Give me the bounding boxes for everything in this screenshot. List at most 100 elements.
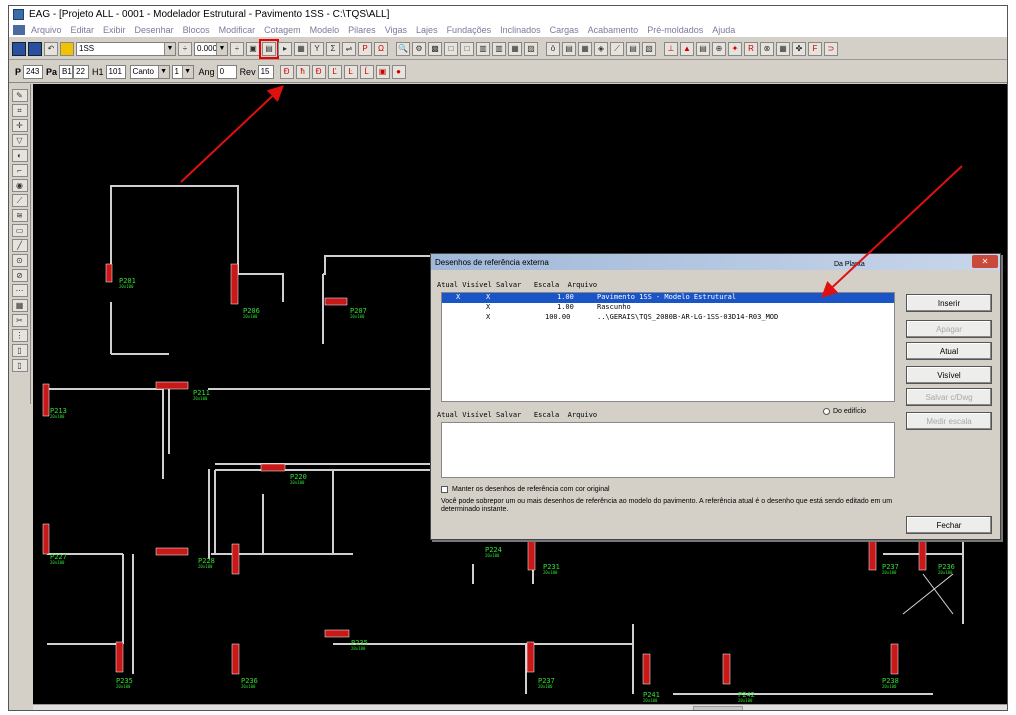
menu-fundacoes[interactable]: Fundações <box>447 25 492 35</box>
menu-cotagem[interactable]: Cotagem <box>264 25 301 35</box>
tool-m-icon[interactable]: ▥ <box>476 41 490 56</box>
tool-c-icon[interactable]: ▦ <box>294 41 308 56</box>
h1-input[interactable]: 101 <box>105 64 126 79</box>
tool-ah-icon[interactable]: ⊃ <box>824 41 838 56</box>
radio-edificio[interactable]: Do edifício <box>823 408 866 415</box>
save-icon[interactable] <box>12 41 26 56</box>
atual-button[interactable]: Atual <box>906 342 992 360</box>
tool-i-icon[interactable]: ⚙ <box>412 41 426 56</box>
visivel-button[interactable]: Visível <box>906 366 992 384</box>
tool-l15-icon[interactable]: ✂ <box>11 314 28 327</box>
menu-pilares[interactable]: Pilares <box>348 25 376 35</box>
close-icon[interactable]: ✕ <box>972 255 998 268</box>
tool-ag-icon[interactable]: F <box>808 41 822 56</box>
horizontal-scrollbar[interactable] <box>33 704 1007 710</box>
list-item[interactable]: X X 1.00 Pavimento 1SS - Modelo Estrutur… <box>442 293 894 303</box>
pillar-tool-7-icon[interactable]: ▣ <box>375 64 390 79</box>
radio-planta[interactable]: Da Planta <box>834 261 865 268</box>
tool-l8-icon[interactable]: ≋ <box>11 209 28 222</box>
menu-editar[interactable]: Editar <box>71 25 95 35</box>
menu-vigas[interactable]: Vigas <box>385 25 407 35</box>
tool-t-icon[interactable]: ◈ <box>594 41 608 56</box>
external-reference-icon[interactable]: ▤ <box>259 38 279 59</box>
menu-modelo[interactable]: Modelo <box>310 25 340 35</box>
tool-x-icon[interactable]: ⊥ <box>664 41 678 56</box>
reference-list-edificio[interactable] <box>441 422 895 478</box>
pillar-tool-4-icon[interactable]: Ľ <box>327 64 342 79</box>
tool-l4-icon[interactable]: ◐ <box>11 149 28 162</box>
tool-y-icon[interactable]: ▲ <box>680 41 694 56</box>
tool-l2-icon[interactable]: ✛ <box>11 119 28 132</box>
tool-l6-icon[interactable]: ◉ <box>11 179 28 192</box>
tool-v-icon[interactable]: ▤ <box>626 41 640 56</box>
tool-z-icon[interactable]: ▤ <box>696 41 710 56</box>
list-item[interactable]: X 1.00 Rascunho <box>442 303 894 313</box>
tool-l14-icon[interactable]: ▦ <box>11 299 28 312</box>
menu-arquivo[interactable]: Arquivo <box>31 25 62 35</box>
keep-original-color-checkbox[interactable]: Manter os desenhos de referência com cor… <box>441 486 610 493</box>
pillar-tool-1-icon[interactable]: Đ <box>279 64 294 79</box>
tool-l17-icon[interactable]: ▯ <box>11 344 28 357</box>
menu-modificar[interactable]: Modificar <box>219 25 256 35</box>
canto-combo[interactable]: Canto ▼ <box>129 64 170 79</box>
tool-l11-icon[interactable]: ⊙ <box>11 254 28 267</box>
tool-d-icon[interactable]: Y <box>310 41 324 56</box>
ang-input[interactable]: 0 <box>216 64 237 79</box>
menu-ajuda[interactable]: Ajuda <box>712 25 735 35</box>
b1-input[interactable]: B1 <box>59 64 74 79</box>
tool-l7-icon[interactable]: ⟋ <box>11 194 28 207</box>
menu-blocos[interactable]: Blocos <box>183 25 210 35</box>
tool-l-icon[interactable]: □ <box>460 41 474 56</box>
tool-aa-icon[interactable]: ⊕ <box>712 41 726 56</box>
tool-e-icon[interactable]: Σ <box>326 41 340 56</box>
spin-icon[interactable]: ÷ <box>178 41 192 56</box>
level-combo[interactable]: 0.000 ▼ <box>194 41 228 56</box>
inserir-button[interactable]: Inserir <box>906 294 992 312</box>
tool-r-icon[interactable]: ▤ <box>562 41 576 56</box>
rev-input[interactable]: 15 <box>257 64 274 79</box>
one-combo[interactable]: 1 ▼ <box>171 64 194 79</box>
zoom-icon[interactable]: 🔍 <box>396 41 410 56</box>
tool-l13-icon[interactable]: ⋯ <box>11 284 28 297</box>
tool-l1-icon[interactable]: ⌗ <box>11 104 28 117</box>
tool-l12-icon[interactable]: ⊘ <box>11 269 28 282</box>
menu-lajes[interactable]: Lajes <box>416 25 438 35</box>
tool-o-icon[interactable]: ▦ <box>508 41 522 56</box>
tool-ab-icon[interactable]: ✦ <box>728 41 742 56</box>
tool-l16-icon[interactable]: ⋮ <box>11 329 28 342</box>
tool-ae-icon[interactable]: ▦ <box>776 41 790 56</box>
fechar-button[interactable]: Fechar <box>906 516 992 534</box>
p-input[interactable]: 243 <box>23 64 44 79</box>
menu-exibir[interactable]: Exibir <box>103 25 126 35</box>
pencil-icon[interactable]: ✎ <box>11 89 28 102</box>
salvar-dwg-button[interactable]: Salvar c/Dwg <box>906 388 992 406</box>
save-all-icon[interactable] <box>28 41 42 56</box>
tool-ad-icon[interactable]: ⊗ <box>760 41 774 56</box>
tool-af-icon[interactable]: ✤ <box>792 41 806 56</box>
tool-j-icon[interactable]: ▩ <box>428 41 442 56</box>
tool-n-icon[interactable]: ▥ <box>492 41 506 56</box>
tool-q-icon[interactable]: ō <box>546 41 560 56</box>
pillar-tool-8-icon[interactable]: ● <box>391 64 406 79</box>
b1-num-input[interactable]: 22 <box>73 64 90 79</box>
menu-desenhar[interactable]: Desenhar <box>135 25 174 35</box>
spin2-icon[interactable]: ÷ <box>230 41 244 56</box>
menu-acabamento[interactable]: Acabamento <box>588 25 639 35</box>
tool-k-icon[interactable]: □ <box>444 41 458 56</box>
pillar-tool-3-icon[interactable]: Ð <box>311 64 326 79</box>
tool-f-icon[interactable]: ⇌ <box>342 41 356 56</box>
reference-list-planta[interactable]: X X 1.00 Pavimento 1SS - Modelo Estrutur… <box>441 292 895 402</box>
tool-b-icon[interactable]: ▸ <box>278 41 292 56</box>
tool-l18-icon[interactable]: ▯ <box>11 359 28 372</box>
tool-s-icon[interactable]: ▦ <box>578 41 592 56</box>
tool-p-icon[interactable]: ▨ <box>524 41 538 56</box>
apagar-button[interactable]: Apagar <box>906 320 992 338</box>
pillar-tool-2-icon[interactable]: ħ <box>295 64 310 79</box>
menu-inclinados[interactable]: Inclinados <box>500 25 541 35</box>
tool-l10-icon[interactable]: ╱ <box>11 239 28 252</box>
scrollbar-thumb[interactable] <box>693 706 743 710</box>
pillar-tool-5-icon[interactable]: Ŀ <box>343 64 358 79</box>
layer-icon[interactable] <box>60 41 74 56</box>
tool-g-icon[interactable]: P <box>358 41 372 56</box>
tool-w-icon[interactable]: ▧ <box>642 41 656 56</box>
